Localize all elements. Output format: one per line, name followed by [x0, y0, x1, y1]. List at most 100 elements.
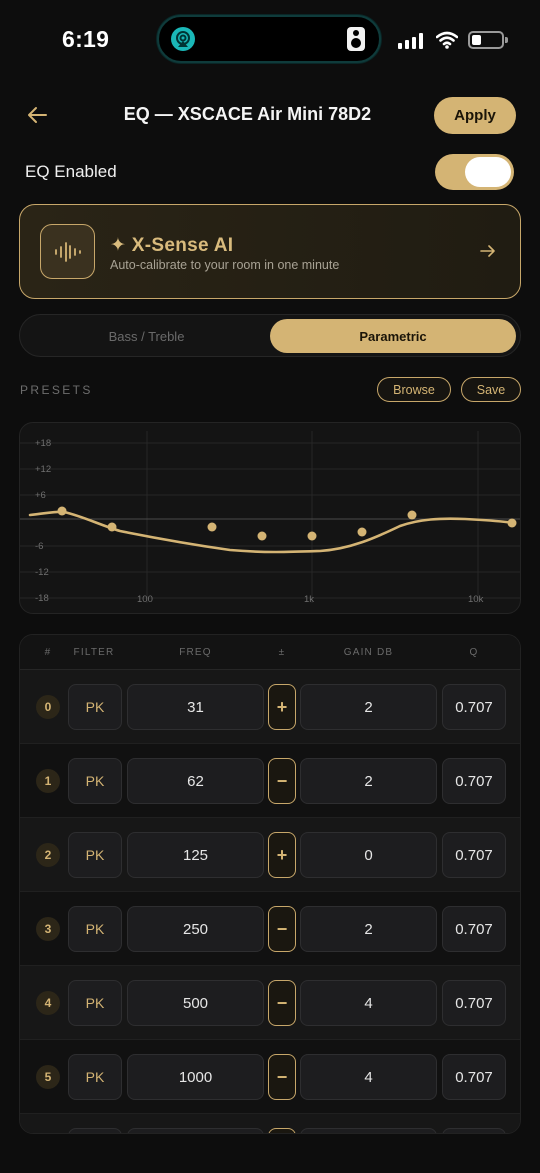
- gain-sign-toggle[interactable]: +: [268, 832, 296, 878]
- q-input[interactable]: 0.707: [442, 758, 506, 804]
- xsense-subtitle: Auto-calibrate to your room in one minut…: [110, 258, 340, 272]
- browse-presets-button[interactable]: Browse: [377, 377, 451, 402]
- table-row: 5 PK 1000 − 4 0.707: [20, 1040, 520, 1114]
- status-time: 6:19: [62, 26, 110, 52]
- gain-input[interactable]: 0: [300, 832, 437, 878]
- eq-band-handle: [207, 522, 217, 532]
- freq-tick-label: 100: [137, 594, 153, 605]
- toggle-knob: [465, 157, 511, 187]
- save-preset-button[interactable]: Save: [461, 377, 521, 402]
- gain-input[interactable]: 2: [300, 906, 437, 952]
- eq-enabled-label: EQ Enabled: [25, 162, 117, 181]
- col-header-freq: FREQ: [179, 647, 212, 658]
- gain-input[interactable]: 4: [300, 1054, 437, 1100]
- filter-type-select[interactable]: [68, 1128, 122, 1133]
- table-header: # FILTER FREQ ± GAIN DB Q: [20, 635, 520, 670]
- gain-sign-toggle[interactable]: [268, 1128, 296, 1133]
- filter-type-select[interactable]: PK: [68, 758, 122, 804]
- q-input[interactable]: 0.707: [442, 980, 506, 1026]
- band-index: 4: [36, 991, 60, 1015]
- gain-sign-toggle[interactable]: −: [268, 1054, 296, 1100]
- q-input[interactable]: 0.707: [442, 684, 506, 730]
- col-header-index: #: [44, 647, 52, 658]
- speaker-icon: [347, 27, 365, 51]
- page-title: EQ — XSCACE Air Mini 78D2: [123, 104, 372, 124]
- db-tick-label: -18: [35, 593, 49, 604]
- freq-input[interactable]: [127, 1128, 264, 1133]
- freq-input[interactable]: 250: [127, 906, 264, 952]
- table-row: 4 PK 500 − 4 0.707: [20, 966, 520, 1040]
- freq-input[interactable]: 62: [127, 758, 264, 804]
- eq-band-handle: [357, 527, 367, 537]
- filter-type-select[interactable]: PK: [68, 906, 122, 952]
- q-input[interactable]: 0.707: [442, 906, 506, 952]
- freq-input[interactable]: 500: [127, 980, 264, 1026]
- xsense-ai-card[interactable]: ✦ X-Sense AI Auto-calibrate to your room…: [19, 204, 521, 299]
- filter-type-select[interactable]: PK: [68, 1054, 122, 1100]
- q-input[interactable]: 0.707: [442, 1054, 506, 1100]
- eq-mode-selector: Bass / Treble Parametric: [19, 314, 521, 357]
- arrow-right-icon: [478, 241, 498, 261]
- eq-band-handle: [507, 518, 517, 528]
- filter-type-select[interactable]: PK: [68, 980, 122, 1026]
- freq-input[interactable]: 1000: [127, 1054, 264, 1100]
- q-input[interactable]: 0.707: [442, 832, 506, 878]
- status-bar: 6:19: [0, 0, 540, 80]
- band-index: 2: [36, 843, 60, 867]
- filter-type-select[interactable]: PK: [68, 832, 122, 878]
- filter-type-select[interactable]: PK: [68, 684, 122, 730]
- eq-band-handle: [307, 531, 317, 541]
- band-index: 5: [36, 1065, 60, 1089]
- airplay-icon: [171, 27, 195, 51]
- cellular-signal-icon: [398, 33, 424, 49]
- eq-graph-canvas: [20, 431, 520, 603]
- band-index: 1: [36, 769, 60, 793]
- col-header-gain: GAIN DB: [343, 647, 394, 658]
- col-header-q: Q: [469, 647, 479, 658]
- db-tick-label: -6: [35, 541, 44, 552]
- gain-input[interactable]: 2: [300, 684, 437, 730]
- table-row: 3 PK 250 − 2 0.707: [20, 892, 520, 966]
- gain-input[interactable]: [300, 1128, 437, 1133]
- gain-sign-toggle[interactable]: −: [268, 906, 296, 952]
- table-row: 1 PK 62 − 2 0.707: [20, 744, 520, 818]
- gain-sign-toggle[interactable]: −: [268, 758, 296, 804]
- eq-band-handle: [407, 510, 417, 520]
- table-row: 2 PK 125 + 0 0.707: [20, 818, 520, 892]
- xsense-title: ✦ X-Sense AI: [110, 235, 234, 256]
- q-input[interactable]: [442, 1128, 506, 1133]
- freq-tick-label: 1k: [304, 594, 315, 605]
- eq-band-handle: [107, 522, 117, 532]
- filter-table: # FILTER FREQ ± GAIN DB Q 0 PK 31 + 2 0.…: [19, 634, 521, 1134]
- gain-sign-toggle[interactable]: −: [268, 980, 296, 1026]
- col-header-filter: FILTER: [73, 647, 115, 658]
- table-row: 0 PK 31 + 2 0.707: [20, 670, 520, 744]
- eq-band-handle: [57, 506, 67, 516]
- back-arrow-icon[interactable]: [24, 101, 52, 129]
- gain-input[interactable]: 2: [300, 758, 437, 804]
- dynamic-island: [157, 15, 381, 63]
- eq-band-handle: [257, 531, 267, 541]
- freq-input[interactable]: 125: [127, 832, 264, 878]
- db-tick-label: +12: [35, 464, 52, 475]
- wifi-icon: [435, 31, 459, 49]
- battery-icon: [468, 31, 508, 49]
- gain-input[interactable]: 4: [300, 980, 437, 1026]
- col-header-sign: ±: [278, 647, 286, 658]
- apply-button[interactable]: Apply: [434, 97, 516, 134]
- tab-parametric[interactable]: Parametric: [270, 319, 516, 353]
- freq-tick-label: 10k: [468, 594, 484, 605]
- eq-response-graph[interactable]: +18 +12 +6 -6 -12 -18 100 1k 10k: [19, 422, 521, 614]
- waveform-icon: [40, 224, 95, 279]
- db-tick-label: +6: [35, 490, 46, 501]
- presets-label: PRESETS: [20, 383, 93, 397]
- db-tick-label: +18: [35, 438, 52, 449]
- gain-sign-toggle[interactable]: +: [268, 684, 296, 730]
- table-row: [20, 1114, 520, 1133]
- band-index: 0: [36, 695, 60, 719]
- eq-enabled-toggle[interactable]: [435, 154, 514, 190]
- db-tick-label: -12: [35, 567, 49, 578]
- tab-bass-treble[interactable]: Bass / Treble: [24, 319, 269, 353]
- band-index: 3: [36, 917, 60, 941]
- freq-input[interactable]: 31: [127, 684, 264, 730]
